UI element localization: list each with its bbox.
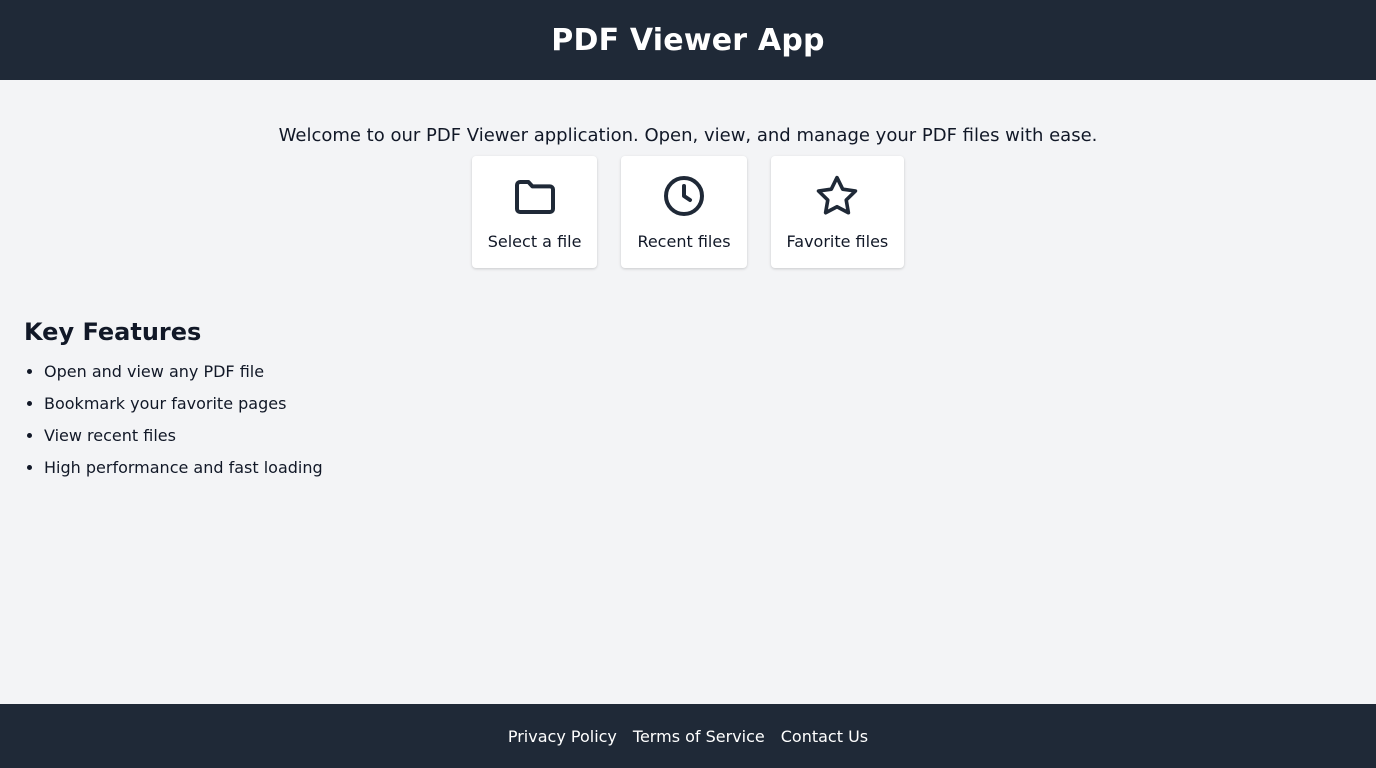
feature-item: Open and view any PDF file	[44, 360, 323, 384]
clock-icon	[663, 176, 704, 216]
favorite-files-button[interactable]: Favorite files	[770, 156, 905, 268]
feature-list: Open and view any PDF file Bookmark your…	[24, 360, 323, 480]
key-features-section: Key Features Open and view any PDF file …	[24, 316, 323, 488]
key-features-heading: Key Features	[24, 318, 202, 346]
select-file-label: Select a file	[487, 232, 582, 251]
feature-item: View recent files	[44, 424, 323, 448]
welcome-message: Welcome to our PDF Viewer application. O…	[278, 125, 1098, 146]
app-footer: Privacy Policy Terms of Service Contact …	[0, 704, 1376, 768]
app-header: PDF Viewer App	[0, 0, 1376, 80]
folder-icon	[514, 180, 555, 214]
feature-item: High performance and fast loading	[44, 456, 323, 480]
recent-files-button[interactable]: Recent files	[621, 156, 747, 268]
privacy-policy-link[interactable]: Privacy Policy	[508, 727, 617, 746]
favorite-files-label: Favorite files	[786, 232, 889, 251]
contact-us-link[interactable]: Contact Us	[781, 727, 868, 746]
select-file-button[interactable]: Select a file	[471, 156, 598, 268]
recent-files-label: Recent files	[637, 232, 731, 251]
star-icon	[817, 175, 858, 215]
feature-item: Bookmark your favorite pages	[44, 392, 323, 416]
terms-of-service-link[interactable]: Terms of Service	[633, 727, 765, 746]
app-title: PDF Viewer App	[551, 22, 825, 58]
action-cards: Select a file Recent files Favorite file…	[0, 156, 1376, 268]
